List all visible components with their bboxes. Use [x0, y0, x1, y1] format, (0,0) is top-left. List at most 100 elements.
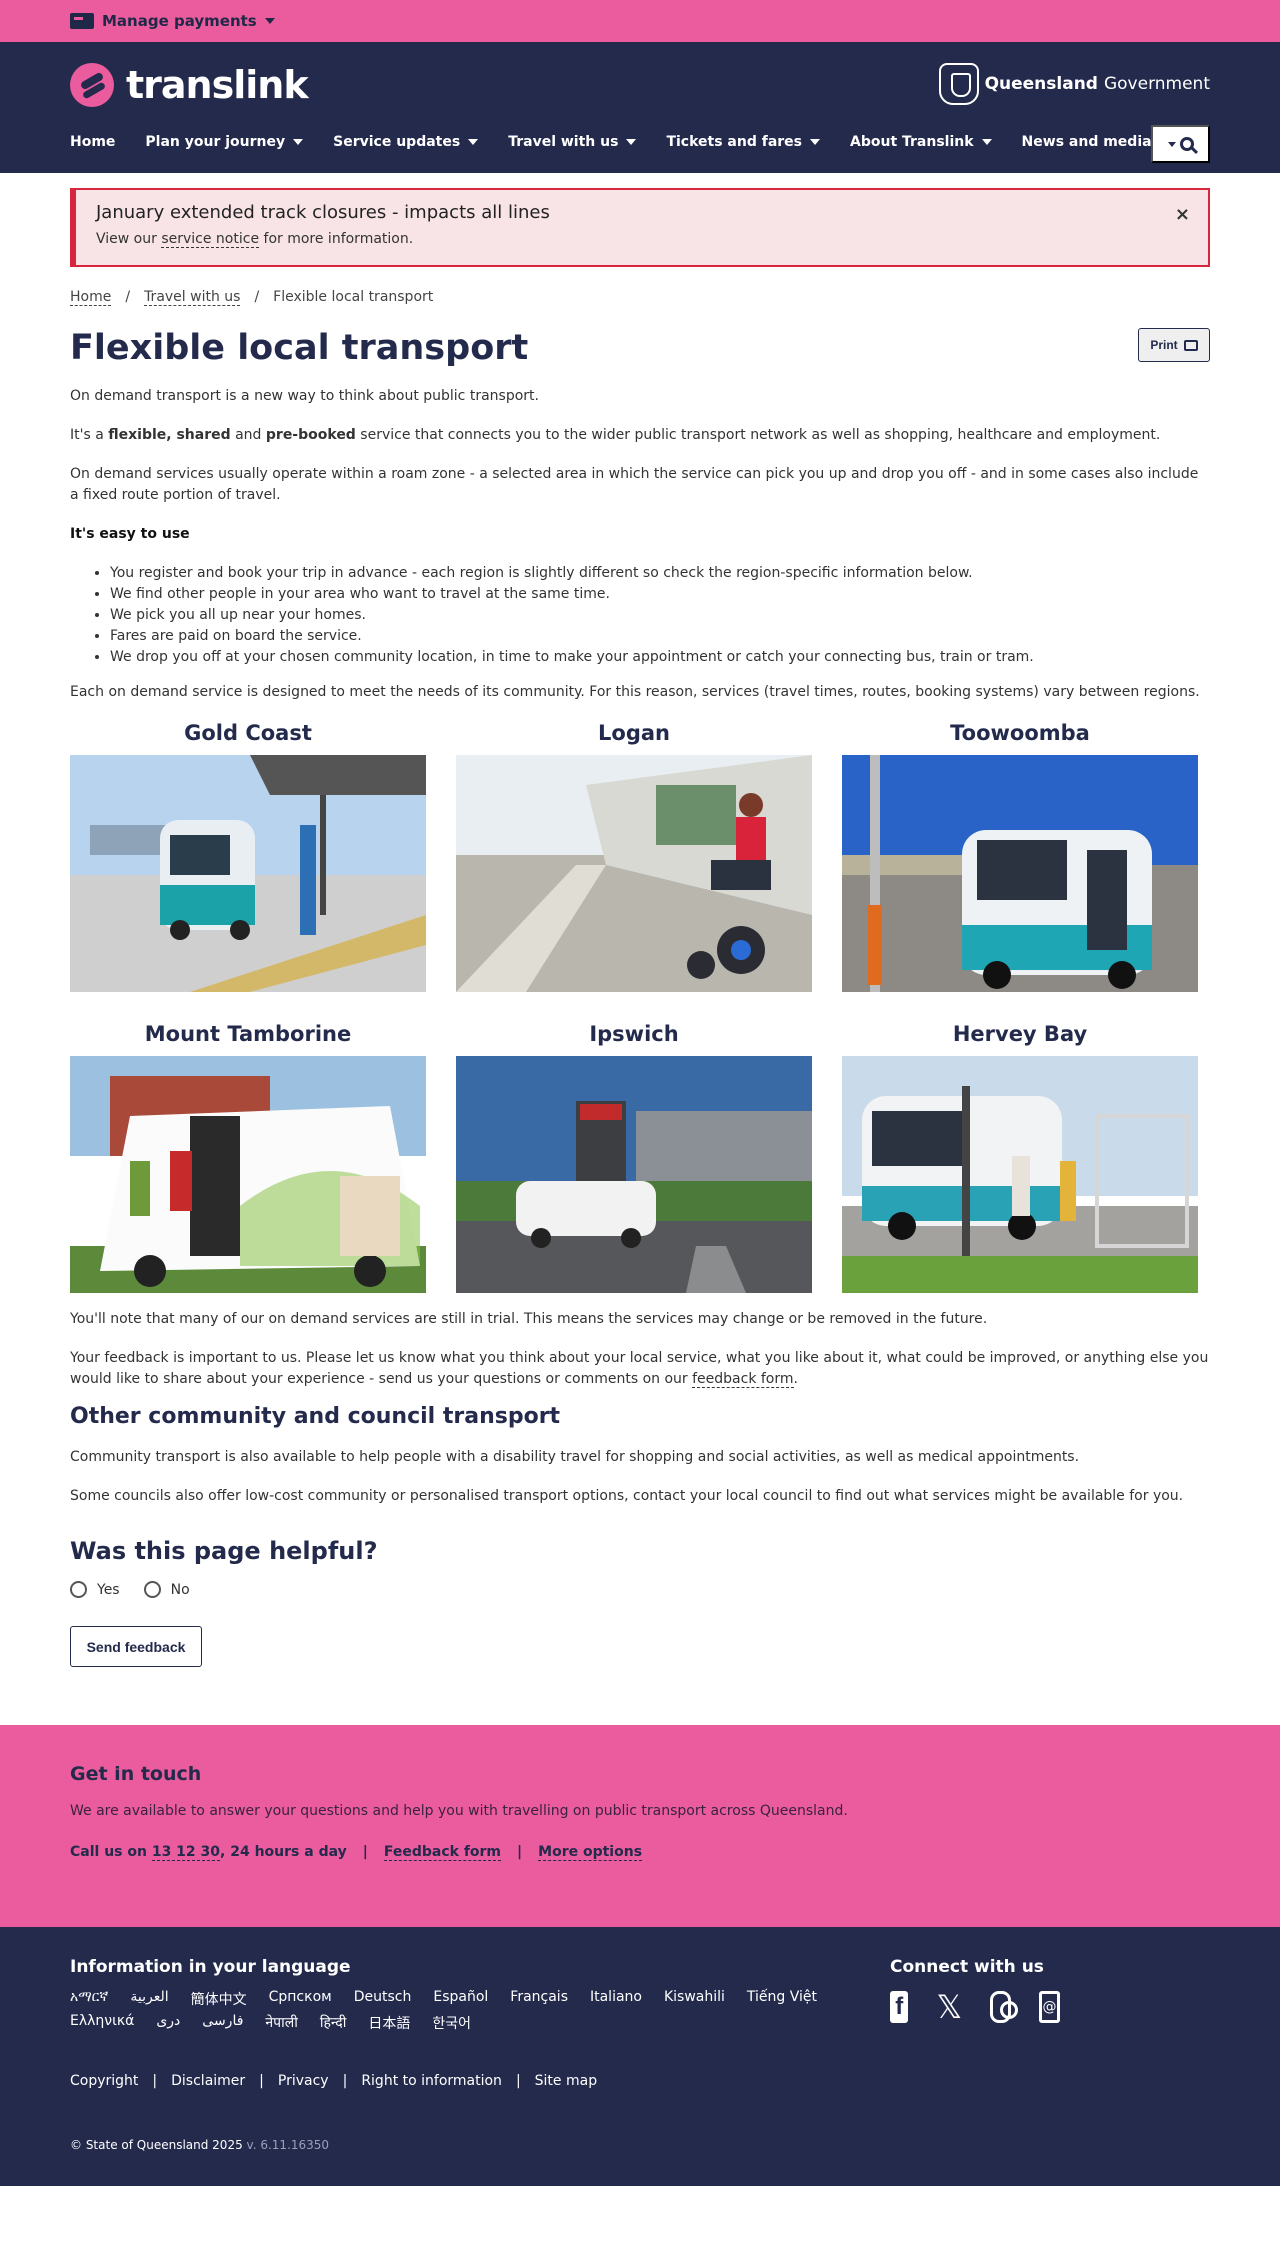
close-icon[interactable]: × — [1175, 204, 1190, 225]
region-mount-tamborine[interactable]: Mount Tamborine — [70, 1022, 426, 1293]
lang-link[interactable]: 日本語 — [368, 2013, 410, 2033]
manage-payments-menu[interactable]: Manage payments — [70, 12, 275, 30]
breadcrumb-travel-with-us[interactable]: Travel with us — [144, 289, 241, 306]
nav-travel-with-us[interactable]: Travel with us — [508, 127, 637, 157]
lang-link[interactable]: 한국어 — [432, 2013, 471, 2033]
lang-link[interactable]: Tiếng Việt — [747, 1989, 817, 2009]
community-paragraph: Each on demand service is designed to me… — [70, 684, 1200, 700]
region-title: Hervey Bay — [952, 1022, 1088, 1046]
lang-link[interactable]: हिन्दी — [320, 2013, 346, 2033]
intro-paragraph: On demand transport is a new way to thin… — [70, 388, 539, 404]
no-radio[interactable] — [143, 1581, 161, 1598]
feedback-form-link[interactable]: feedback form — [692, 1371, 794, 1388]
yes-radio[interactable] — [70, 1581, 87, 1598]
lang-link[interactable]: Deutsch — [354, 1989, 412, 2009]
trial-paragraph: You'll note that many of our on demand s… — [70, 1311, 988, 1327]
region-title: Ipswich — [589, 1022, 679, 1046]
lang-link[interactable]: 簡体中文 — [191, 1989, 247, 2009]
queensland-government-logo[interactable]: Queensland Government — [938, 63, 1210, 105]
chevron-down-icon — [1167, 141, 1176, 147]
nav-plan-your-journey[interactable]: Plan your journey — [145, 127, 304, 157]
lang-link[interactable]: Српском — [269, 1989, 332, 2009]
text: . — [793, 1371, 798, 1387]
separator: | — [517, 1844, 523, 1860]
chevron-down-icon — [264, 18, 275, 24]
text-bold: flexible, shared — [108, 427, 231, 443]
feedback-form-link[interactable]: Feedback form — [383, 1844, 502, 1861]
breadcrumb-separator: / — [125, 289, 131, 305]
print-button[interactable]: Print — [1138, 328, 1210, 362]
get-in-touch-text: We are available to answer your question… — [70, 1803, 848, 1819]
phone-link[interactable]: 13 12 30 — [151, 1844, 221, 1861]
lang-link[interactable]: Italiano — [590, 1989, 642, 2009]
more-options-link[interactable]: More options — [538, 1844, 643, 1861]
region-gold-coast[interactable]: Gold Coast — [70, 721, 426, 992]
translink-logo-icon — [70, 63, 114, 107]
nav-news-and-media[interactable]: News and media — [1022, 127, 1170, 157]
alert-text: for more information. — [259, 231, 414, 247]
alert-body: View our service notice for more informa… — [96, 231, 1188, 248]
list-item: Fares are paid on board the service. — [110, 626, 1210, 647]
translink-logo[interactable]: translink — [70, 63, 309, 107]
social-links: f 𝕏 @ — [890, 1988, 1060, 2026]
page-title: Flexible local transport — [70, 328, 529, 368]
ipswich-photo[interactable] — [456, 1056, 812, 1293]
x-icon[interactable]: 𝕏 — [936, 1988, 962, 2026]
lang-link[interactable]: አማርኛ — [70, 1989, 108, 2009]
call-us: Call us on 13 12 30, 24 hours a day — [70, 1844, 347, 1861]
lang-link[interactable]: دری — [156, 2013, 180, 2033]
region-toowoomba[interactable]: Toowoomba — [842, 721, 1198, 992]
nav-service-updates[interactable]: Service updates — [333, 127, 479, 157]
section-heading: Other community and council transport — [70, 1404, 561, 1429]
service-notice-link[interactable]: service notice — [161, 231, 260, 248]
nav-tickets-and-fares[interactable]: Tickets and fares — [666, 127, 820, 157]
search-button[interactable] — [1151, 125, 1210, 163]
toowoomba-photo[interactable] — [842, 755, 1198, 992]
nav-label: Service updates — [333, 134, 461, 150]
alert-title: January extended track closures - impact… — [96, 202, 550, 223]
email-icon[interactable]: @ — [1039, 1991, 1060, 2023]
service-description: It's a flexible, shared and pre-booked s… — [70, 425, 1210, 446]
gold-coast-photo[interactable] — [70, 755, 426, 992]
region-ipswich[interactable]: Ipswich — [456, 1022, 812, 1293]
breadcrumb: Home / Travel with us / Flexible local t… — [70, 289, 1210, 306]
lang-link[interactable]: नेपाली — [265, 2013, 297, 2033]
version-text: v. 6.11.16350 — [246, 2138, 330, 2152]
nav-about-translink[interactable]: About Translink — [850, 127, 992, 157]
service-alert: January extended track closures - impact… — [70, 188, 1210, 267]
region-title: Mount Tamborine — [144, 1022, 352, 1046]
send-feedback-button[interactable]: Send feedback — [70, 1626, 202, 1667]
mount-tamborine-photo[interactable] — [70, 1056, 426, 1293]
language-links: አማርኛ العربية 簡体中文 Српском Deutsch Españo… — [70, 1989, 890, 2033]
yes-label[interactable]: Yes — [97, 1582, 120, 1598]
copyright-link[interactable]: Copyright — [70, 2073, 138, 2089]
right-to-information-link[interactable]: Right to information — [361, 2073, 502, 2089]
nav-label: Travel with us — [508, 134, 619, 150]
logan-photo[interactable] — [456, 755, 812, 992]
region-logan[interactable]: Logan — [456, 721, 812, 992]
connect-title: Connect with us — [890, 1957, 1044, 1977]
facebook-icon[interactable]: f — [890, 1991, 909, 2023]
separator: | — [515, 2073, 521, 2089]
site-map-link[interactable]: Site map — [535, 2073, 597, 2089]
privacy-link[interactable]: Privacy — [278, 2073, 329, 2089]
logo-text: translink — [126, 63, 309, 107]
instagram-icon[interactable] — [990, 1991, 1019, 2023]
breadcrumb-home[interactable]: Home — [70, 289, 112, 306]
hervey-bay-photo[interactable] — [842, 1056, 1198, 1293]
helpful-options: Yes No — [70, 1581, 1210, 1598]
no-label[interactable]: No — [171, 1582, 190, 1598]
lang-link[interactable]: Français — [510, 1989, 568, 2009]
site-footer: Information in your language አማርኛ العربي… — [0, 1927, 1280, 2186]
region-hervey-bay[interactable]: Hervey Bay — [842, 1022, 1198, 1293]
lang-link[interactable]: Español — [433, 1989, 488, 2009]
lang-link[interactable]: Ελληνικά — [70, 2013, 134, 2033]
community-transport-paragraph: Community transport is also available to… — [70, 1449, 1080, 1465]
lang-link[interactable]: Kiswahili — [664, 1989, 725, 2009]
lang-link[interactable]: العربية — [130, 1989, 168, 2009]
nav-home[interactable]: Home — [70, 127, 115, 157]
lang-link[interactable]: فارسی — [202, 2013, 243, 2033]
disclaimer-link[interactable]: Disclaimer — [171, 2073, 245, 2089]
region-title: Gold Coast — [184, 721, 312, 745]
text: and — [230, 427, 266, 443]
